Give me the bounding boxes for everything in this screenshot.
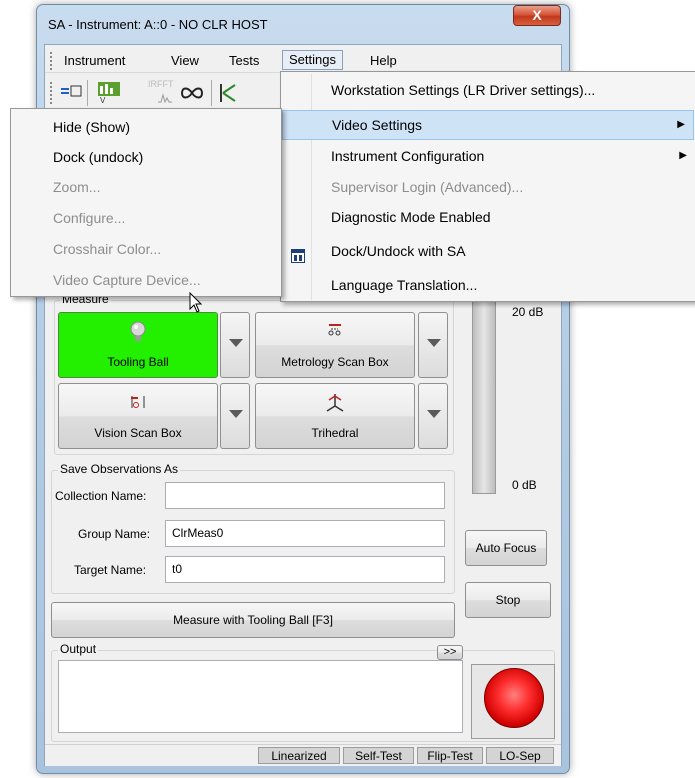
dock-window-icon xyxy=(291,244,305,272)
output-label: Output xyxy=(58,642,99,656)
trihedral-dropdown[interactable] xyxy=(418,383,448,449)
close-button[interactable]: X xyxy=(513,5,561,26)
video-crosshair-color[interactable]: Crosshair Color... xyxy=(11,235,281,263)
mouse-cursor-icon xyxy=(189,291,203,317)
trihedral-label: Trihedral xyxy=(311,426,359,440)
target-name-field[interactable]: t0 xyxy=(165,556,445,583)
menu-video-settings[interactable]: Video Settings ▶ xyxy=(282,110,694,140)
menu-dock-undock[interactable]: Dock/Undock with SA xyxy=(281,237,695,265)
submenu-arrow-icon: ▶ xyxy=(677,119,685,130)
output-textbox[interactable] xyxy=(58,660,463,733)
collection-name-label: Collection Name: xyxy=(55,489,147,503)
submenu-arrow-icon: ▶ xyxy=(679,150,687,161)
irfft-label[interactable]: IRFFT xyxy=(148,79,174,89)
menu-diagnostic-mode-label: Diagnostic Mode Enabled xyxy=(331,209,491,225)
tooling-ball-dropdown[interactable] xyxy=(220,312,250,378)
vision-scan-box-label: Vision Scan Box xyxy=(94,426,182,440)
video-zoom[interactable]: Zoom... xyxy=(11,173,281,201)
menu-view[interactable]: View xyxy=(165,51,205,71)
list-icon[interactable] xyxy=(60,84,82,101)
window-title: SA - Instrument: A::0 - NO CLR HOST xyxy=(48,17,268,32)
status-self-test: Self-Test xyxy=(343,747,414,764)
output-expand-button[interactable]: >> xyxy=(437,645,463,660)
trihedral-icon xyxy=(256,392,414,419)
video-settings-submenu: Hide (Show) Dock (undock) Zoom... Config… xyxy=(10,108,282,297)
status-linearized: Linearized xyxy=(258,747,340,764)
tooling-ball-label: Tooling Ball xyxy=(107,355,169,369)
stop-button[interactable]: Stop xyxy=(465,582,551,618)
scan-box-icon xyxy=(256,321,414,346)
status-lo-sep: LO-Sep xyxy=(486,747,554,764)
svg-text:V: V xyxy=(100,96,106,104)
menu-help[interactable]: Help xyxy=(364,51,403,71)
meter-bottom-label: 0 dB xyxy=(512,478,537,492)
save-observations-label: Save Observations As xyxy=(58,462,181,476)
menu-workstation-settings-label: Workstation Settings (LR Driver settings… xyxy=(331,82,596,98)
measure-with-button[interactable]: Measure with Tooling Ball [F3] xyxy=(51,602,455,638)
menu-supervisor-login-label: Supervisor Login (Advanced)... xyxy=(331,179,524,195)
infinity-icon[interactable] xyxy=(180,86,204,103)
chart-icon[interactable]: V xyxy=(96,78,124,107)
toolbar-grip xyxy=(50,82,53,104)
menu-dock-undock-label: Dock/Undock with SA xyxy=(331,243,466,259)
video-dock-undock[interactable]: Dock (undock) xyxy=(11,143,281,171)
waveform-icon[interactable] xyxy=(158,92,172,106)
meter-top-label: 20 dB xyxy=(512,305,544,319)
arrow-target-icon[interactable] xyxy=(217,82,239,107)
signal-level-meter xyxy=(472,282,496,494)
menu-language-translation[interactable]: Language Translation... xyxy=(281,271,695,299)
toolbar-separator-2 xyxy=(211,80,212,106)
menu-language-translation-label: Language Translation... xyxy=(331,277,478,293)
video-capture-device[interactable]: Video Capture Device... xyxy=(11,266,281,294)
menubar-grip xyxy=(50,52,53,70)
tooling-ball-button[interactable]: Tooling Ball xyxy=(58,312,218,378)
vision-scan-box-dropdown[interactable] xyxy=(220,383,250,449)
menu-instrument[interactable]: Instrument xyxy=(58,51,131,71)
menu-workstation-settings[interactable]: Workstation Settings (LR Driver settings… xyxy=(281,76,695,104)
sphere-icon xyxy=(59,321,217,348)
video-configure[interactable]: Configure... xyxy=(11,204,281,232)
group-name-field[interactable]: ClrMeas0 xyxy=(165,520,445,547)
metrology-scan-box-dropdown[interactable] xyxy=(418,312,448,378)
vision-scan-box-button[interactable]: Vision Scan Box xyxy=(58,383,218,449)
group-name-label: Group Name: xyxy=(78,527,151,541)
settings-menu: Workstation Settings (LR Driver settings… xyxy=(280,71,695,302)
toolbar-separator xyxy=(87,80,88,106)
collection-name-field[interactable] xyxy=(165,482,445,509)
trihedral-button[interactable]: Trihedral xyxy=(255,383,415,449)
menu-tests[interactable]: Tests xyxy=(223,51,265,71)
metrology-scan-box-label: Metrology Scan Box xyxy=(281,355,389,369)
vision-box-icon xyxy=(59,392,217,417)
video-hide-show[interactable]: Hide (Show) xyxy=(11,113,281,141)
menu-supervisor-login[interactable]: Supervisor Login (Advanced)... xyxy=(281,173,695,201)
menu-instrument-configuration[interactable]: Instrument Configuration ▶ xyxy=(281,142,695,170)
status-led-icon xyxy=(484,668,544,728)
auto-focus-button[interactable]: Auto Focus xyxy=(465,530,547,566)
status-flip-test: Flip-Test xyxy=(417,747,483,764)
target-name-label: Target Name: xyxy=(74,563,147,577)
menu-instrument-configuration-label: Instrument Configuration xyxy=(331,148,485,164)
metrology-scan-box-button[interactable]: Metrology Scan Box xyxy=(255,312,415,378)
menu-settings[interactable]: Settings xyxy=(282,50,343,70)
menu-diagnostic-mode[interactable]: Diagnostic Mode Enabled xyxy=(281,203,695,231)
menu-video-settings-label: Video Settings xyxy=(332,117,423,133)
